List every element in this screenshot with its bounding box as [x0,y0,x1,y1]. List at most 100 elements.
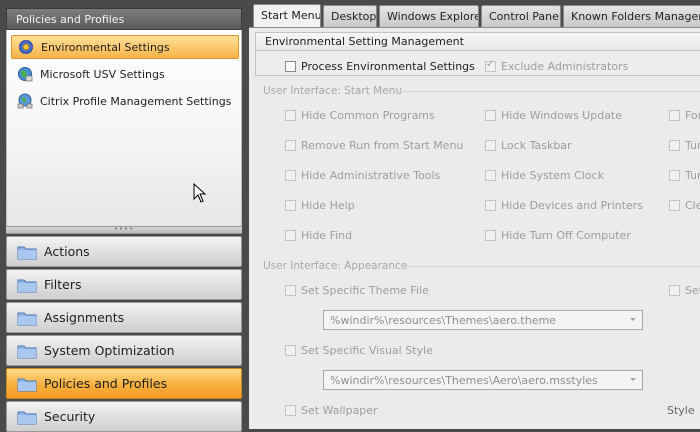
folder-icon [17,244,38,260]
hide-system-clock-checkbox[interactable]: Hide System Clock [485,169,604,182]
checkbox-label: Hide Common Programs [301,109,435,122]
checkbox-box[interactable] [285,140,296,151]
process-environmental-settings-checkbox[interactable]: Process Environmental Settings [285,60,475,73]
checkbox-label: Hide Help [301,199,355,212]
checkbox-box[interactable] [669,285,680,296]
checkbox-box[interactable] [285,405,296,416]
checkbox-label: Hide Find [301,229,353,242]
hide-administrative-tools-checkbox[interactable]: Hide Administrative Tools [285,169,440,182]
checkbox-box[interactable] [285,285,296,296]
folder-icon [17,277,38,293]
checkbox-label: Hide Devices and Printers [501,199,643,212]
panel-header: Policies and Profiles [6,8,242,30]
checkbox-box[interactable] [285,230,296,241]
set-wallpaper-checkbox[interactable]: Set Wallpaper [285,404,378,417]
checkbox-label: Remove Run from Start Menu [301,139,464,152]
section-label-start-menu: User Interface: Start Menu [263,85,402,97]
tab-strip: Start Menu Desktop Windows Explorer Cont… [249,0,700,28]
checkbox-label: Tur [685,139,700,152]
mouse-cursor-icon [193,183,207,203]
globe-icon [17,66,35,82]
section-divider [401,266,700,267]
nav-security[interactable]: Security [6,401,242,432]
nav-policies-and-profiles[interactable]: Policies and Profiles [6,368,242,399]
nav-assignments[interactable]: Assignments [6,302,242,333]
nav-label: Actions [44,244,90,259]
checkbox-box[interactable] [669,200,680,211]
checkbox-box[interactable] [485,230,496,241]
set-specific-visual-style-checkbox[interactable]: Set Specific Visual Style [285,344,433,357]
chevron-down-icon [630,378,636,381]
exclude-administrators-checkbox[interactable]: Exclude Administrators [485,59,629,73]
nav-actions[interactable]: Actions [6,236,242,267]
group-title: Environmental Setting Management [256,33,700,51]
tab-control-panel[interactable]: Control Panel [481,5,561,27]
nav-label: Policies and Profiles [44,376,168,391]
checkbox-box[interactable] [485,170,496,181]
policy-list: Environmental Settings Microsoft USV Set… [6,30,242,226]
nav-filters[interactable]: Filters [6,269,242,300]
policy-item-label: Microsoft USV Settings [40,67,165,81]
set-option-right-checkbox[interactable]: Set [669,284,700,297]
checkbox-label: For [685,109,700,122]
checkbox-label: Hide Turn Off Computer [501,229,631,242]
start-menu-tab-content: Environmental Setting Management Process… [249,27,700,429]
nav-system-optimization[interactable]: System Optimization [6,335,242,366]
checkbox-label: Hide System Clock [501,169,604,182]
checkbox-label: Lock Taskbar [501,139,572,152]
hide-common-programs-checkbox[interactable]: Hide Common Programs [285,109,435,122]
checkbox-box[interactable] [285,345,296,356]
checkbox-label: Set [685,284,700,297]
tab-windows-explorer[interactable]: Windows Explorer [379,5,479,27]
checkbox-label: Set Specific Visual Style [301,344,433,357]
hide-windows-update-checkbox[interactable]: Hide Windows Update [485,109,622,122]
policy-item-label: Environmental Settings [41,40,170,54]
folder-icon [17,310,38,326]
panel-splitter[interactable]: •••• [6,226,242,234]
checkbox-label: Hide Windows Update [501,109,623,122]
dropdown-value: %windir%\resources\Themes\aero.theme [330,314,556,327]
checkbox-box[interactable] [285,200,296,211]
folder-icon [17,343,38,359]
policy-item-citrix-profile-management-settings[interactable]: Citrix Profile Management Settings [11,89,239,113]
policy-item-environmental-settings[interactable]: Environmental Settings [11,35,239,59]
folder-icon [17,409,38,425]
hide-devices-and-printers-checkbox[interactable]: Hide Devices and Printers [485,199,643,212]
checkbox-box[interactable] [285,61,296,72]
hide-help-checkbox[interactable]: Hide Help [285,199,355,212]
checkbox-box[interactable] [485,59,496,72]
visual-style-dropdown[interactable]: %windir%\resources\Themes\Aero\aero.msst… [323,370,643,390]
nav-label: Assignments [44,310,125,325]
start-menu-option-col3-4-checkbox[interactable]: Clea [669,199,700,212]
checkbox-box[interactable] [285,170,296,181]
remove-run-checkbox[interactable]: Remove Run from Start Menu [285,139,463,152]
checkbox-box[interactable] [485,200,496,211]
checkbox-label: Set Wallpaper [301,404,378,417]
checkbox-box[interactable] [669,110,680,121]
style-label: Style [667,404,695,417]
hide-find-checkbox[interactable]: Hide Find [285,229,352,242]
checkbox-box[interactable] [485,140,496,151]
hide-turn-off-computer-checkbox[interactable]: Hide Turn Off Computer [485,229,631,242]
left-navigation-panel: Policies and Profiles Environmental Sett… [0,0,246,432]
checkbox-box[interactable] [669,140,680,151]
dropdown-value: %windir%\resources\Themes\Aero\aero.msst… [330,374,598,387]
checkbox-label: Exclude Administrators [501,60,629,73]
splitter-grip: •••• [113,225,135,233]
theme-file-dropdown[interactable]: %windir%\resources\Themes\aero.theme [323,310,643,330]
start-menu-option-col3-3-checkbox[interactable]: Tur [669,169,700,182]
checkbox-box[interactable] [485,110,496,121]
start-menu-option-col3-2-checkbox[interactable]: Tur [669,139,700,152]
lock-taskbar-checkbox[interactable]: Lock Taskbar [485,139,572,152]
chevron-down-icon [630,318,636,321]
tab-desktop[interactable]: Desktop [323,5,377,27]
tab-known-folders-management[interactable]: Known Folders Management [563,5,700,27]
tab-start-menu[interactable]: Start Menu [253,4,321,28]
start-menu-option-col3-1-checkbox[interactable]: For [669,109,700,122]
checkbox-label: Set Specific Theme File [301,284,429,297]
checkbox-box[interactable] [285,110,296,121]
policy-item-microsoft-usv-settings[interactable]: Microsoft USV Settings [11,62,239,86]
set-specific-theme-file-checkbox[interactable]: Set Specific Theme File [285,284,429,297]
section-divider [395,91,700,92]
checkbox-box[interactable] [669,170,680,181]
